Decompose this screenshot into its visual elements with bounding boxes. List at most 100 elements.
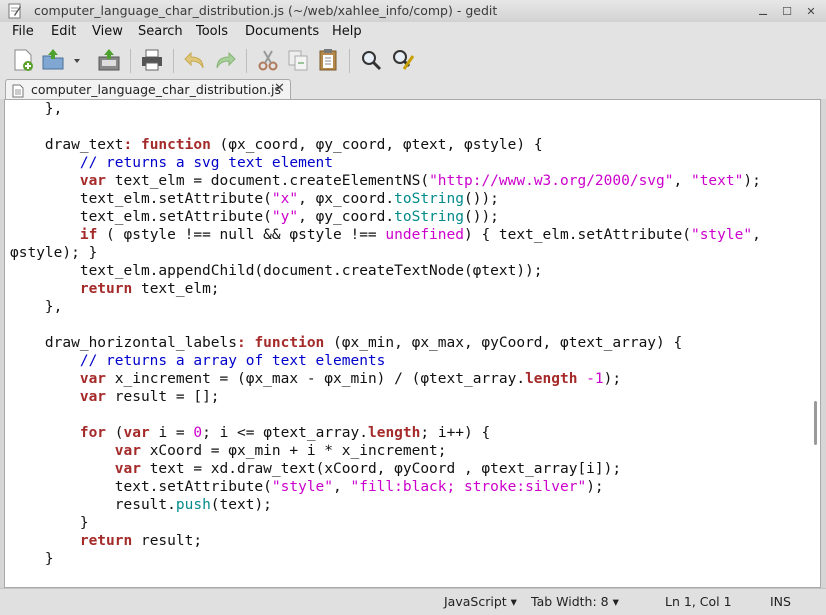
code-line: var xCoord = φx_min + i * x_increment; [10,442,761,460]
language-selector[interactable]: JavaScript ▾ [444,594,517,609]
code-token: draw_text [10,137,124,153]
tab-width-label: Tab Width: 8 [531,594,609,609]
code-token: text_elm; [132,281,220,297]
menu-view[interactable]: View [92,24,123,39]
code-token: }, [10,101,63,117]
cut-icon [255,47,281,73]
code-token: result; [132,533,203,549]
dropdown-arrow-icon[interactable] [70,47,84,73]
tab-close-icon[interactable]: ✕ [274,81,285,96]
redo-icon [212,47,238,73]
document-tab[interactable]: computer_language_char_distribution.js ✕ [5,79,291,101]
code-token: x_increment = (φx_max - φx_min) / (φtext… [106,371,526,387]
gedit-app-icon [8,3,22,19]
code-line: }, [10,298,761,316]
menu-file[interactable]: File [12,24,34,39]
code-token: , [333,479,351,495]
code-view[interactable]: }, draw_text: function (φx_coord, φy_coo… [10,100,761,568]
code-token: : function [123,137,211,153]
code-line: var result = []; [10,388,761,406]
code-token: var [79,173,107,189]
code-line: } [10,550,761,568]
minimize-button[interactable]: ⚊ [754,3,772,20]
find-icon[interactable] [358,47,384,73]
menu-bar: File Edit View Search Tools Documents He… [0,22,826,43]
print-icon[interactable] [139,47,165,73]
code-token: toString [394,209,464,225]
code-token: var [114,461,141,477]
code-line: if ( φstyle !== null && φstyle !== undef… [10,226,761,244]
title-bar: computer_language_char_distribution.js (… [0,0,826,23]
code-token: push [175,497,211,513]
code-token: (text); [210,497,272,513]
maximize-button[interactable]: ☐ [778,3,796,20]
code-token: (φx_coord, φy_coord, φtext, φstyle) { [210,137,543,153]
code-line: draw_text: function (φx_coord, φy_coord,… [10,136,761,154]
chevron-down-icon: ▾ [510,594,517,609]
find-replace-icon[interactable] [390,47,416,73]
code-token: return [79,281,133,297]
code-token: ; i <= φtext_array. [202,425,368,441]
code-token: length [367,425,421,441]
code-token: text_elm.appendChild(document.createText… [10,263,543,279]
open-icon[interactable] [40,47,66,73]
code-token: length [525,371,578,387]
code-token: if [79,227,98,243]
code-token: i = [149,425,194,441]
code-token: // returns a svg text element [79,155,334,171]
code-token: ); [603,371,622,387]
code-line: text_elm.appendChild(document.createText… [10,262,761,280]
code-line: return text_elm; [10,280,761,298]
code-token: toString [394,191,464,207]
new-document-icon[interactable] [10,47,36,73]
code-token: text = xd.draw_text(xCoord, φyCoord , φt… [140,461,622,477]
code-token: ; i++) { [420,425,491,441]
menu-documents[interactable]: Documents [245,24,319,39]
code-line: draw_horizontal_labels: function (φx_min… [10,334,761,352]
text-file-icon [12,83,24,98]
toolbar-separator [173,49,174,73]
menu-help[interactable]: Help [332,24,362,39]
toolbar-separator [246,49,247,73]
code-token: ()); [463,209,499,225]
code-token: , [752,227,761,243]
code-token: var [123,425,150,441]
text-editor[interactable]: }, draw_text: function (φx_coord, φy_coo… [4,99,821,588]
code-token: "style" [690,227,753,243]
menu-tools[interactable]: Tools [196,24,228,39]
code-token: ( φstyle !== null && φstyle !== [97,227,386,243]
code-token: ()); [463,191,499,207]
code-line: for (var i = 0; i <= φtext_array.length;… [10,424,761,442]
vertical-scrollbar[interactable] [814,401,817,445]
code-line: text.setAttribute("style", "fill:black; … [10,478,761,496]
close-window-button[interactable]: ✕ [802,3,820,20]
code-token: var [79,389,107,405]
code-token: result. [10,497,176,513]
code-token: xCoord = φx_min + i * x_increment; [140,443,447,459]
code-token: , φy_coord. [298,209,395,225]
code-token: (φx_min, φx_max, φyCoord, φtext_array) { [324,335,683,351]
code-token: text.setAttribute( [10,479,272,495]
code-token: , [673,173,691,189]
code-token: ) { text_elm.setAttribute( [463,227,691,243]
code-line: } [10,514,761,532]
menu-search[interactable]: Search [138,24,183,39]
paste-icon[interactable] [315,47,341,73]
code-token: φstyle); } [10,245,98,261]
tab-width-selector[interactable]: Tab Width: 8 ▾ [531,594,619,609]
code-line: text_elm.setAttribute("y", φy_coord.toSt… [10,208,761,226]
menu-edit[interactable]: Edit [51,24,76,39]
code-token: -1 [586,371,604,387]
code-line: text_elm.setAttribute("x", φx_coord.toSt… [10,190,761,208]
code-token: : function [236,335,325,351]
save-icon[interactable] [96,47,122,73]
code-token: undefined [385,227,464,243]
undo-icon [182,47,208,73]
code-line: φstyle); } [10,244,761,262]
